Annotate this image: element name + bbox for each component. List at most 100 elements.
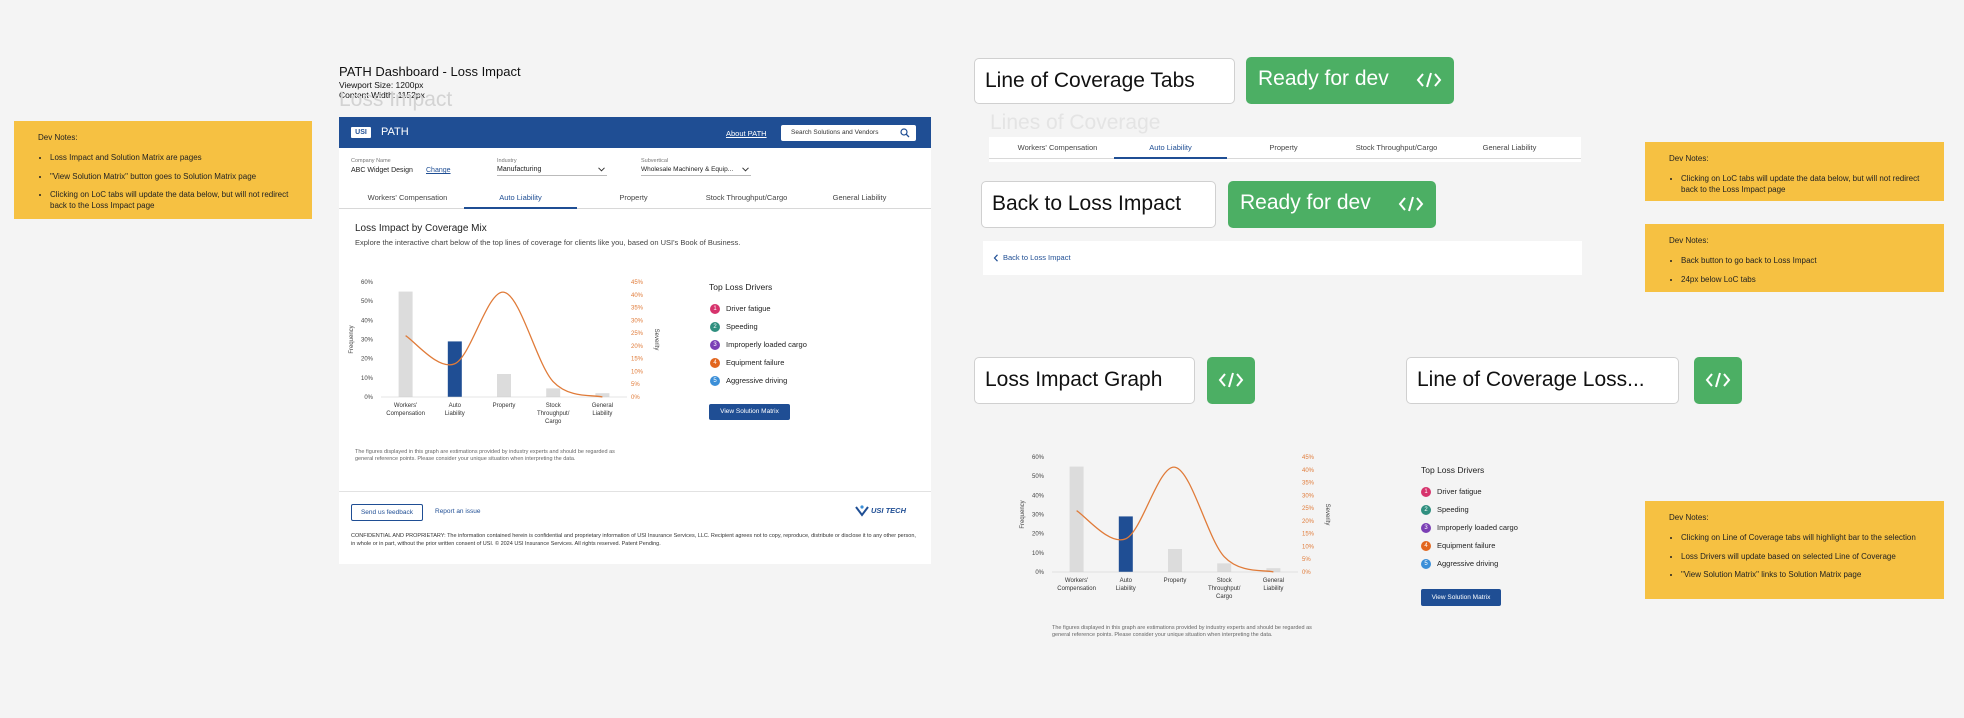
x-tick-label: Stock Throughput/Cargo	[537, 403, 570, 425]
y2-tick-label: 0%	[631, 395, 640, 401]
dashboard-page: USI PATH About PATH Search Solutions and…	[339, 117, 931, 564]
top-loss-drivers-title: Top Loss Drivers	[709, 282, 773, 292]
dev-note-back: Dev Notes: Back button to go back to Los…	[1645, 224, 1944, 292]
view-solution-matrix-button[interactable]: View Solution Matrix	[709, 404, 790, 420]
dev-note-item: Loss Impact and Solution Matrix are page…	[50, 153, 300, 164]
driver-item: 1 Driver fatigue	[710, 303, 771, 315]
dev-note-item: "View Solution Matrix" button goes to So…	[50, 172, 300, 183]
label-loc-loss: Line of Coverage Loss...	[1406, 357, 1679, 404]
loc-tabs-preview: Workers' Compensation Auto Liability Pro…	[989, 137, 1581, 162]
tab-auto-liability[interactable]: Auto Liability	[464, 189, 577, 209]
tab-workers-comp[interactable]: Workers' Compensation	[351, 189, 464, 209]
app-title: PATH	[381, 126, 409, 138]
search-icon[interactable]	[900, 128, 910, 138]
y-tick-label: 60%	[361, 280, 374, 286]
code-icon	[1705, 372, 1731, 388]
ghost-page-title: Loss Impact	[339, 88, 453, 111]
y-axis-title: Frequency	[1020, 500, 1026, 528]
dev-note-loc-tabs: Dev Notes: Clicking on LoC tabs will upd…	[1645, 142, 1944, 201]
driver-item: 3 Improperly loaded cargo	[1421, 522, 1518, 534]
driver-label: Improperly loaded cargo	[1437, 523, 1518, 532]
dev-note-title: Dev Notes:	[1669, 513, 1709, 522]
dev-note-list: Clicking on Line of Coverage tabs will h…	[1669, 533, 1932, 581]
tab-property[interactable]: Property	[577, 189, 690, 209]
bar-0	[398, 291, 413, 397]
driver-item: 5 Aggressive driving	[1421, 558, 1498, 570]
driver-label: Aggressive driving	[1437, 559, 1499, 568]
tab-stock-cargo[interactable]: Stock Throughput/Cargo	[690, 189, 803, 209]
loc-tabs: Workers' Compensation Auto Liability Pro…	[339, 189, 931, 209]
driver-number: 1	[1421, 487, 1431, 497]
tab-stock-cargo[interactable]: Stock Throughput/Cargo	[1340, 139, 1453, 159]
y2-axis-title: Severity	[1324, 504, 1330, 526]
dev-note-item: Clicking on LoC tabs will update the dat…	[50, 190, 300, 212]
y2-tick-label: 5%	[1302, 557, 1311, 563]
bar-3	[1217, 563, 1232, 572]
driver-number: 5	[1421, 559, 1431, 569]
driver-number: 2	[1421, 505, 1431, 515]
loc-tabs: Workers' Compensation Auto Liability Pro…	[989, 139, 1581, 159]
driver-number: 4	[1421, 541, 1431, 551]
dev-note-title: Dev Notes:	[38, 133, 78, 142]
search-input[interactable]: Search Solutions and Vendors	[781, 125, 916, 141]
x-tick-label: Stock Throughput/Cargo	[1208, 578, 1241, 600]
view-solution-matrix-button[interactable]: View Solution Matrix	[1421, 589, 1501, 606]
change-company-link[interactable]: Change	[426, 167, 451, 174]
code-icon	[1218, 372, 1244, 388]
dev-note-item: Clicking on Line of Coverage tabs will h…	[1681, 533, 1932, 544]
report-issue-link[interactable]: Report an issue	[435, 508, 481, 515]
code-icon	[1398, 196, 1424, 212]
dev-note-list: Clicking on LoC tabs will update the dat…	[1669, 174, 1932, 196]
company-value: ABC Widget Design	[351, 167, 413, 174]
legal-text: CONFIDENTIAL AND PROPRIETARY: The inform…	[351, 533, 916, 547]
y2-tick-label: 35%	[1302, 481, 1315, 487]
y2-tick-label: 10%	[1302, 544, 1315, 550]
tab-property[interactable]: Property	[1227, 139, 1340, 159]
chevron-down-icon	[598, 167, 605, 172]
ready-for-dev-badge: Ready for dev	[1246, 57, 1454, 104]
bar-0	[1069, 466, 1084, 572]
send-feedback-button[interactable]: Send us feedback	[351, 504, 423, 521]
back-preview: Back to Loss Impact	[983, 241, 1582, 275]
code-badge	[1207, 357, 1255, 404]
ready-label: Ready for dev	[1258, 67, 1389, 90]
tab-auto-liability[interactable]: Auto Liability	[1114, 139, 1227, 159]
x-tick-label: Property	[1164, 578, 1187, 584]
usi-tech-mark-icon	[855, 505, 869, 517]
x-tick-label: Workers' Compensation	[1057, 578, 1096, 592]
y-axis-title: Frequency	[349, 325, 355, 353]
loss-impact-chart: 0% 10% 20% 30% 40% 50% 60% 0% 5% 10% 15% 20% 25% 30% 3…	[349, 280, 659, 425]
y-tick-label: 10%	[361, 376, 374, 382]
industry-select[interactable]: Manufacturing	[497, 164, 607, 176]
ready-for-dev-badge: Ready for dev	[1228, 181, 1436, 228]
x-tick-label: General Liability	[592, 403, 613, 417]
driver-label: Equipment failure	[726, 358, 785, 367]
subvertical-select[interactable]: Wholesale Machinery & Equip...	[641, 164, 751, 176]
y2-tick-label: 10%	[631, 369, 644, 375]
driver-label: Aggressive driving	[726, 376, 788, 385]
back-to-loss-link[interactable]: Back to Loss Impact	[1003, 253, 1071, 262]
y-tick-label: 30%	[361, 338, 374, 344]
dev-note-list: Back button to go back to Loss Impact 24…	[1669, 256, 1932, 286]
driver-item: 2 Speeding	[1421, 504, 1469, 516]
y2-tick-label: 15%	[631, 357, 644, 363]
tab-workers-comp[interactable]: Workers' Compensation	[1001, 139, 1114, 159]
driver-number: 4	[710, 358, 720, 368]
y-tick-label: 50%	[361, 299, 374, 305]
tab-general-liability[interactable]: General Liability	[1453, 139, 1566, 159]
y-tick-label: 40%	[361, 318, 374, 324]
dev-note-item: 24px below LoC tabs	[1681, 275, 1932, 286]
driver-item: 1 Driver fatigue	[1421, 486, 1482, 498]
y2-tick-label: 25%	[1302, 506, 1315, 512]
y-tick-label: 10%	[1032, 551, 1045, 557]
driver-label: Driver fatigue	[726, 304, 771, 313]
y2-tick-label: 40%	[1302, 468, 1315, 474]
y-tick-label: 20%	[361, 357, 374, 363]
search-placeholder: Search Solutions and Vendors	[791, 129, 879, 136]
driver-label: Improperly loaded cargo	[726, 340, 807, 349]
about-link[interactable]: About PATH	[726, 129, 767, 138]
tab-general-liability[interactable]: General Liability	[803, 189, 916, 209]
label-back-to-loss: Back to Loss Impact	[981, 181, 1216, 228]
y2-tick-label: 0%	[1302, 570, 1311, 576]
code-badge	[1694, 357, 1742, 404]
